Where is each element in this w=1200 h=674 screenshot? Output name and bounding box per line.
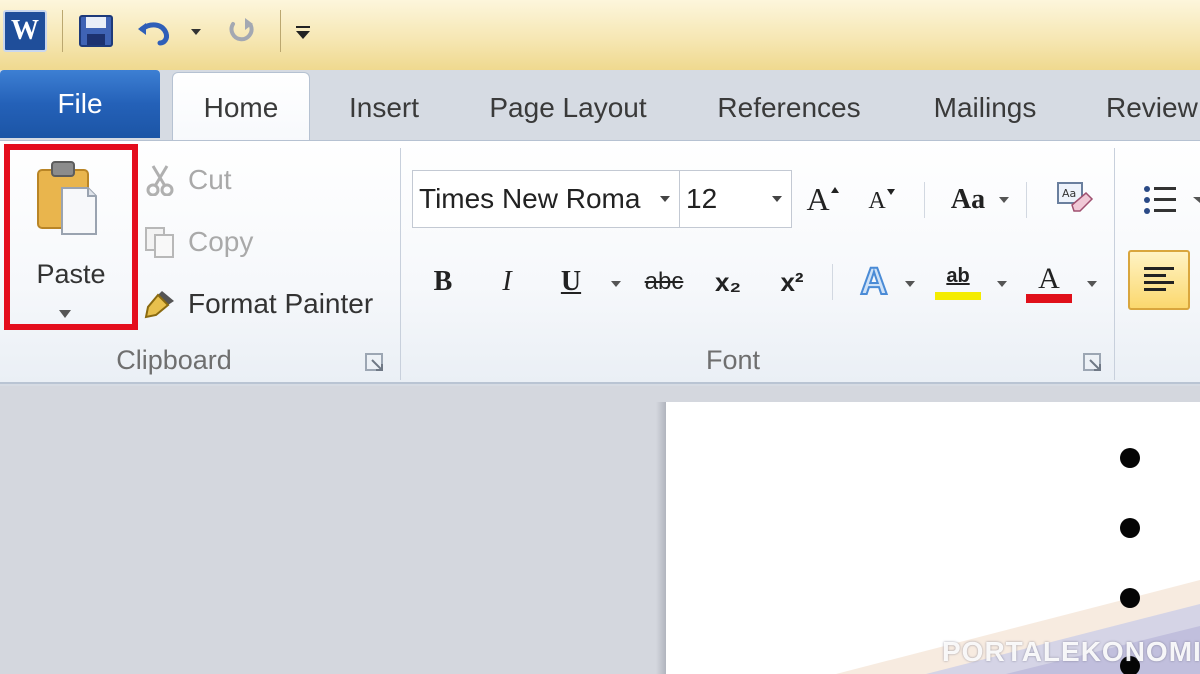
group-separator [400,148,401,380]
clear-formatting-button[interactable]: Aa [1050,176,1098,222]
underline-dropdown-icon[interactable] [610,280,622,288]
tab-references[interactable]: References [700,78,878,138]
bold-button[interactable]: B [422,262,464,302]
tab-insert[interactable]: Insert [330,78,438,138]
save-icon[interactable] [76,12,116,50]
underline-glyph: U [560,266,582,297]
undo-icon[interactable] [134,12,174,50]
bullets-button[interactable] [1140,180,1180,220]
customize-quick-access-icon[interactable] [290,18,316,46]
group-separator [1114,148,1115,380]
underline-button[interactable]: U [550,262,592,302]
italic-glyph: I [502,266,512,297]
superscript-button[interactable]: x² [770,262,814,302]
chevron-down-icon[interactable] [771,195,783,203]
change-case-dropdown-icon[interactable] [998,196,1010,204]
highlight-color-swatch [935,291,981,300]
change-case-glyph: Aa [950,184,986,215]
font-size-combobox[interactable]: 12 [680,170,792,228]
font-color-glyph: A [1038,261,1060,295]
strikethrough-glyph: abc [644,268,684,295]
redo-icon[interactable] [222,12,262,50]
shrink-font-glyph: A [868,187,886,214]
font-color-button[interactable]: A [1024,258,1074,306]
grow-font-glyph: A [806,180,830,217]
font-separator [924,182,925,218]
qa-separator [280,10,281,52]
bold-glyph: B [433,266,453,297]
text-effects-button[interactable]: A [850,258,898,306]
format-painter-label: Format Painter [188,288,374,319]
superscript-glyph: x² [780,266,804,297]
title-bar [0,0,1200,70]
clipboard-dialog-launcher-icon[interactable] [364,352,386,374]
list-bullet [1120,518,1140,538]
clear-formatting-icon: Aa [1057,182,1094,212]
font-separator [832,264,833,300]
font-color-dropdown-icon[interactable] [1086,280,1098,288]
word-logo-icon[interactable]: W [3,10,47,52]
text-effects-glyph: A [859,260,888,304]
subscript-button[interactable]: x₂ [706,262,750,302]
subscript-glyph: x₂ [714,266,741,297]
strikethrough-button[interactable]: abc [640,262,688,302]
align-left-icon [1144,267,1174,291]
list-bullet [1120,588,1140,608]
format-painter-button[interactable]: Format Painter [140,284,373,324]
tab-page-layout[interactable]: Page Layout [470,78,666,138]
font-dialog-launcher-icon[interactable] [1082,352,1104,374]
copy-label: Copy [188,226,254,257]
font-group-label: Font [705,344,761,375]
clipboard-group-label: Clipboard [116,344,232,375]
font-separator [1026,182,1027,218]
grow-font-button[interactable]: A [802,176,844,222]
shrink-font-button[interactable]: A [862,180,902,222]
align-left-button[interactable] [1128,250,1190,310]
bullet-list-icon [1144,186,1176,214]
cut-label: Cut [188,164,232,195]
highlight-color-button[interactable]: ab [932,258,984,306]
tab-review[interactable]: Review [1090,78,1200,138]
highlight-glyph: ab [946,264,970,287]
font-size-value: 12 [686,183,718,214]
chevron-down-icon[interactable] [659,195,671,203]
grow-font-caret-icon [830,187,839,193]
qa-separator [62,10,63,52]
tab-file[interactable]: File [0,70,160,138]
shrink-font-caret-icon [886,189,895,195]
font-color-swatch [1026,293,1072,303]
copy-icon [140,224,180,260]
scissors-icon [140,162,180,198]
svg-text:Aa: Aa [1062,187,1076,200]
cut-button[interactable]: Cut [140,160,232,200]
font-name-value: Times New Roma [419,183,641,214]
font-name-combobox[interactable]: Times New Roma [412,170,680,228]
italic-button[interactable]: I [486,262,528,302]
paste-button[interactable] [4,144,138,330]
paintbrush-icon [140,286,180,322]
list-bullet [1120,448,1140,468]
watermark-text: PORTALEKONOMI [942,636,1200,667]
text-effects-dropdown-icon[interactable] [904,280,916,288]
tab-home[interactable]: Home [172,72,310,142]
tab-mailings[interactable]: Mailings [914,78,1056,138]
highlight-dropdown-icon[interactable] [996,280,1008,288]
copy-button[interactable]: Copy [140,222,253,262]
change-case-button[interactable]: Aa [944,178,992,222]
bullets-dropdown-icon[interactable] [1192,196,1200,204]
undo-dropdown-arrow-icon[interactable] [186,22,206,42]
